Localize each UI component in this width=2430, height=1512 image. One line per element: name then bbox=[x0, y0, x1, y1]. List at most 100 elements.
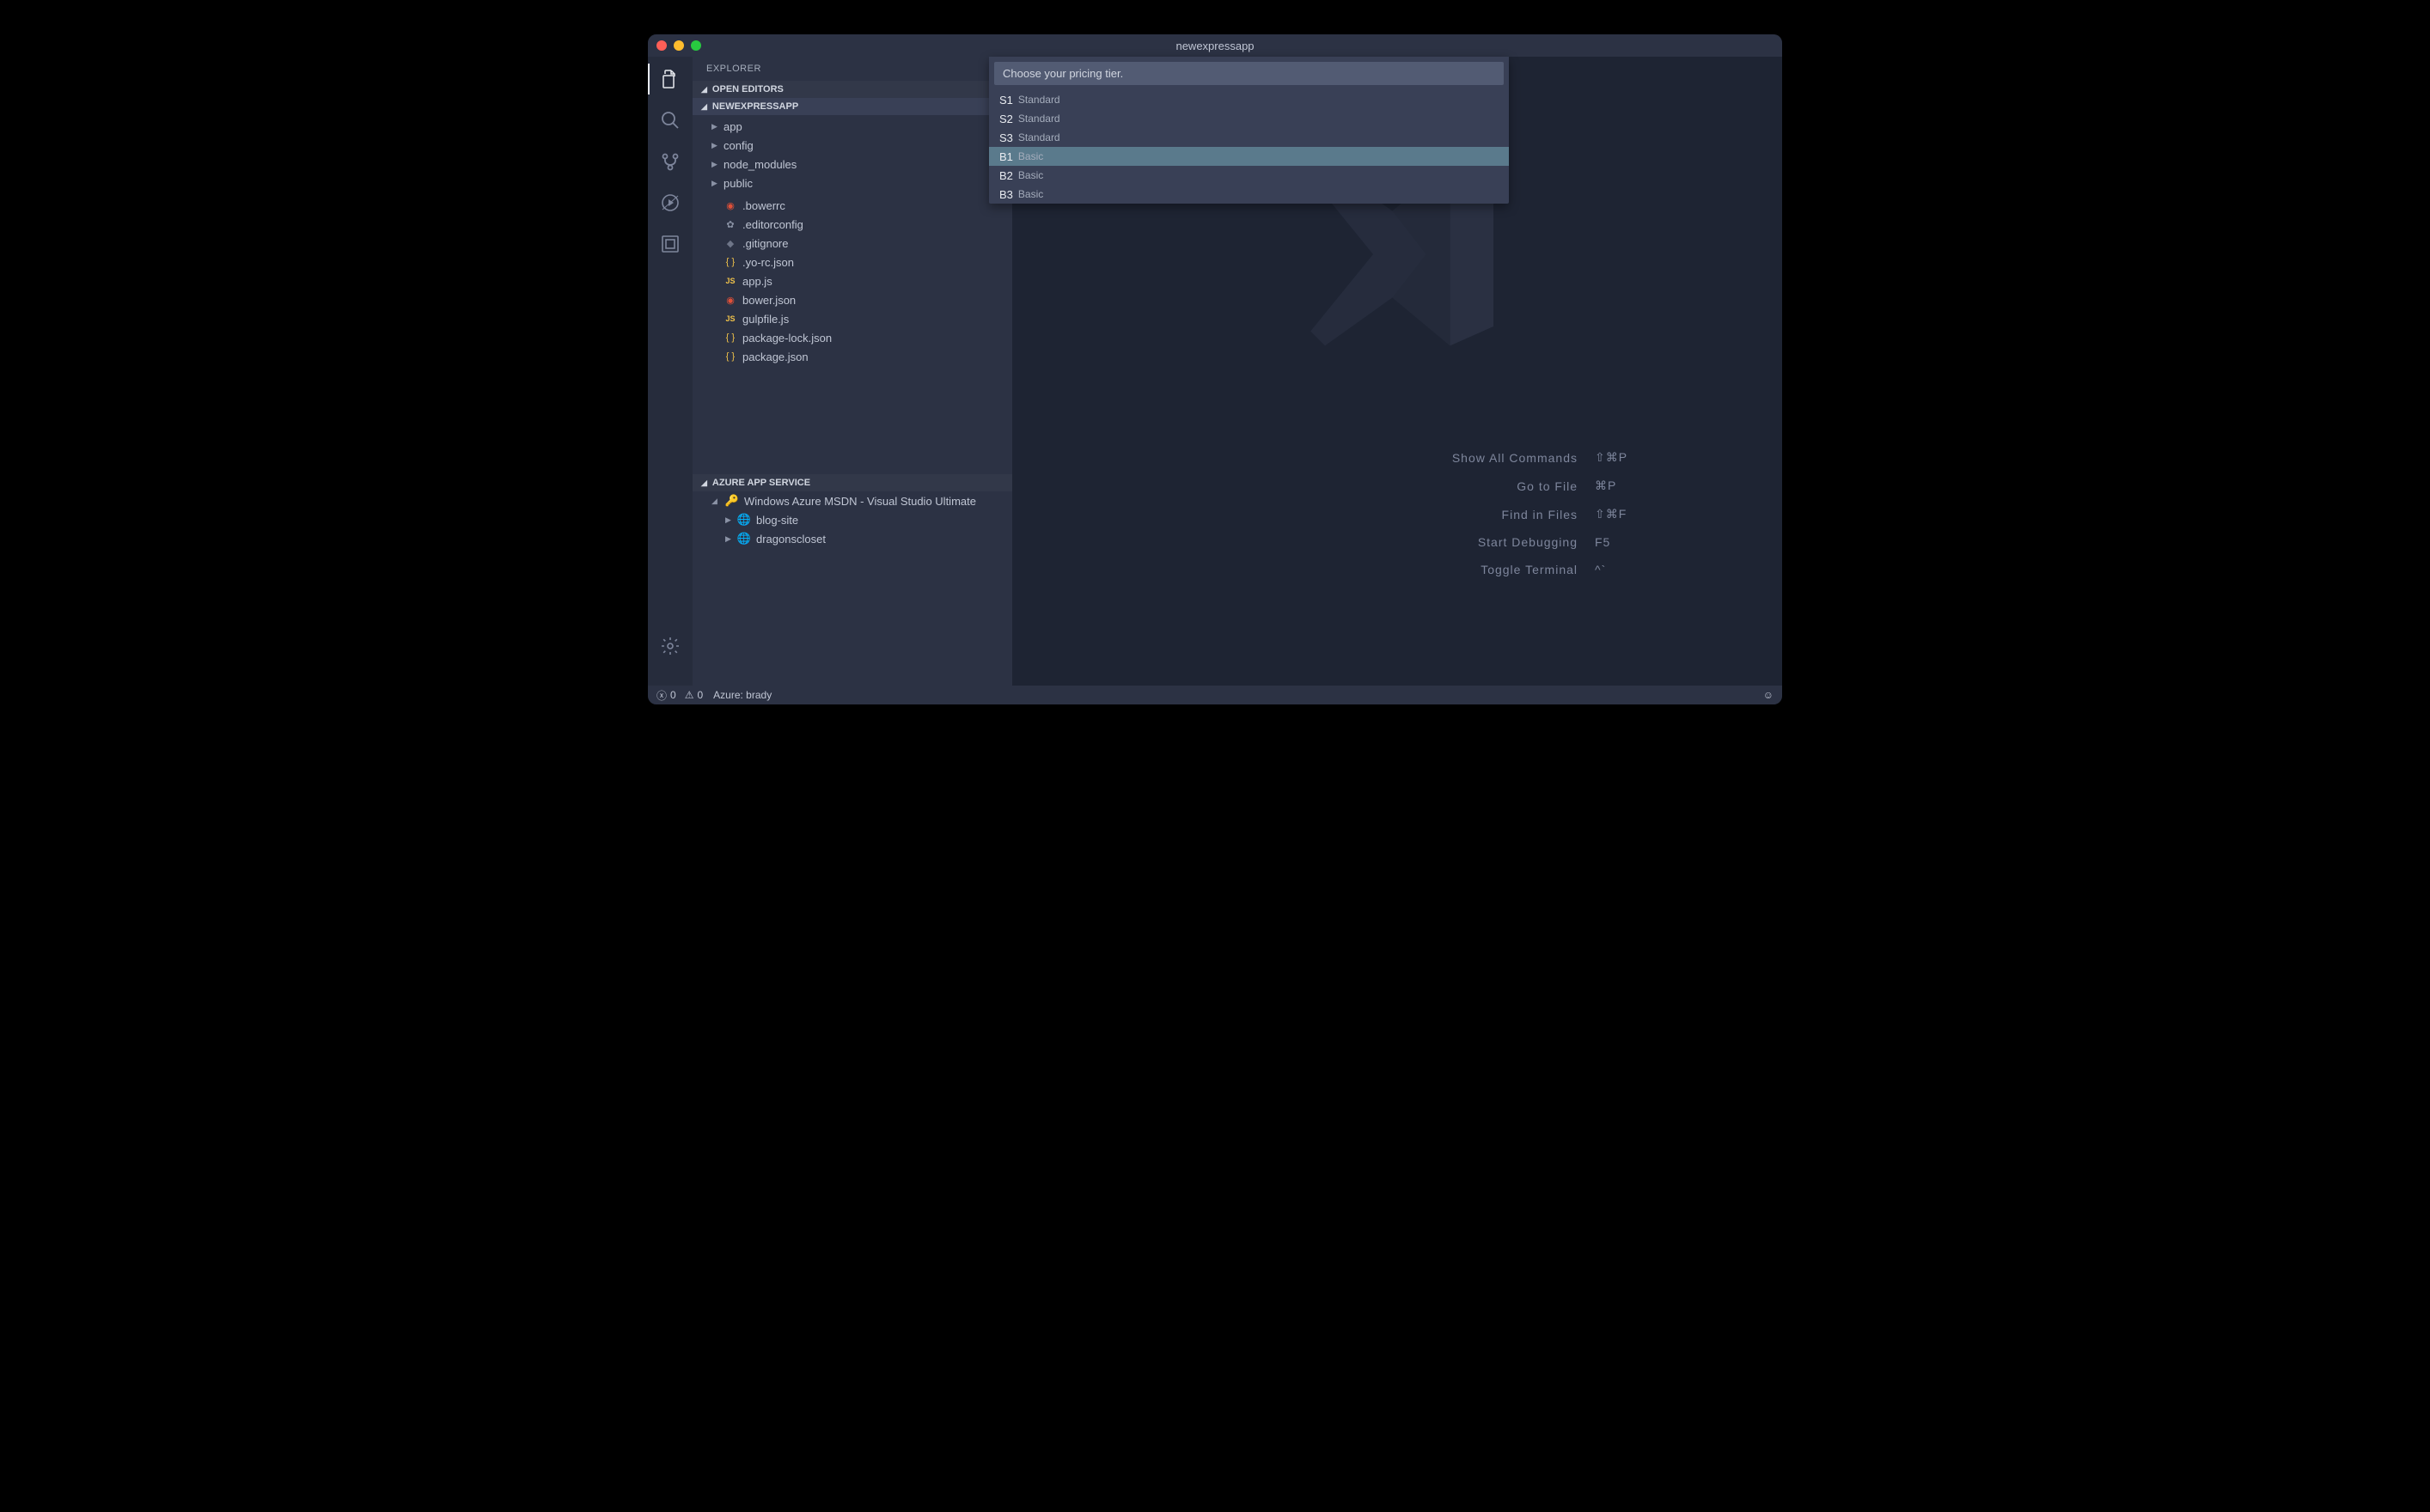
azure-header[interactable]: ◢ AZURE APP SERVICE bbox=[693, 474, 1012, 491]
minimize-window-icon[interactable] bbox=[674, 40, 684, 51]
azure-icon[interactable] bbox=[658, 232, 682, 256]
file-item[interactable]: ◆ .gitignore bbox=[693, 234, 1012, 253]
welcome-label: Toggle Terminal bbox=[1481, 563, 1578, 576]
quickpick-input[interactable]: Choose your pricing tier. bbox=[994, 62, 1504, 85]
chevron-down-icon: ◢ bbox=[701, 85, 707, 94]
debug-icon[interactable] bbox=[658, 191, 682, 215]
pricing-tier: Standard bbox=[1018, 94, 1060, 106]
welcome-label: Find in Files bbox=[1502, 508, 1578, 521]
file-item[interactable]: ◉bower.json bbox=[693, 290, 1012, 309]
quickpick-item[interactable]: B1 Basic bbox=[989, 147, 1509, 166]
bower-icon: ◉ bbox=[724, 200, 737, 211]
azure-app-item[interactable]: ▶ 🌐 dragonscloset bbox=[693, 529, 1012, 548]
welcome-row: Show All Commands ⇧⌘P bbox=[1157, 443, 1638, 472]
json-icon: { } bbox=[724, 257, 737, 267]
pricing-tier: Basic bbox=[1018, 188, 1043, 200]
explorer-icon[interactable] bbox=[658, 67, 682, 91]
file-tree: ▶ app ▶ config ▶node_modules▶public bbox=[693, 115, 1012, 194]
file-label: gulpfile.js bbox=[742, 313, 789, 326]
file-label: package.json bbox=[742, 351, 809, 363]
error-count: 0 bbox=[670, 689, 676, 701]
git-icon: ◆ bbox=[724, 238, 737, 249]
pricing-code: S3 bbox=[999, 131, 1013, 144]
window-title: newexpressapp bbox=[648, 40, 1782, 52]
file-label: .gitignore bbox=[742, 237, 788, 250]
search-icon[interactable] bbox=[658, 108, 682, 132]
warning-icon: ⚠ bbox=[685, 689, 694, 701]
sidebar: EXPLORER ◢ OPEN EDITORS ◢ NEWEXPRESSAPP … bbox=[693, 57, 1012, 686]
chevron-down-icon: ◢ bbox=[701, 479, 707, 488]
config-icon: ✿ bbox=[724, 219, 737, 230]
settings-gear-icon[interactable] bbox=[658, 634, 682, 658]
source-control-icon[interactable] bbox=[658, 149, 682, 174]
quickpick-item[interactable]: B3 Basic bbox=[989, 185, 1509, 204]
quickpick-item[interactable]: S1 Standard bbox=[989, 90, 1509, 109]
activity-bar bbox=[648, 57, 693, 686]
globe-icon: 🌐 bbox=[737, 532, 751, 546]
folder-item[interactable]: ▶public bbox=[693, 174, 1012, 192]
globe-icon: 🌐 bbox=[737, 513, 751, 527]
chevron-down-icon: ◢ bbox=[711, 497, 718, 506]
pricing-code: B2 bbox=[999, 169, 1013, 182]
chevron-right-icon: ▶ bbox=[711, 141, 718, 150]
file-item[interactable]: JS app.js bbox=[693, 271, 1012, 290]
pricing-code: B1 bbox=[999, 150, 1013, 163]
error-icon: ⓧ bbox=[656, 688, 667, 703]
json-icon: { } bbox=[724, 332, 737, 343]
file-item[interactable]: { } .yo-rc.json bbox=[693, 253, 1012, 271]
file-item[interactable]: { } package-lock.json bbox=[693, 328, 1012, 347]
status-feedback[interactable]: ☺ bbox=[1763, 689, 1774, 701]
welcome-label: Show All Commands bbox=[1452, 451, 1578, 465]
pricing-tier: Basic bbox=[1018, 169, 1043, 181]
folder-label: config bbox=[724, 139, 754, 152]
file-label: package-lock.json bbox=[742, 332, 832, 344]
chevron-right-icon: ▶ bbox=[725, 534, 732, 544]
subscription-label: Windows Azure MSDN - Visual Studio Ultim… bbox=[744, 495, 976, 508]
chevron-right-icon: ▶ bbox=[711, 122, 718, 131]
file-label: bower.json bbox=[742, 294, 796, 307]
pricing-code: S1 bbox=[999, 94, 1013, 107]
azure-app-label: blog-site bbox=[756, 514, 798, 527]
folder-label: app bbox=[724, 120, 742, 133]
azure-subscription[interactable]: ◢ 🔑 Windows Azure MSDN - Visual Studio U… bbox=[693, 491, 1012, 510]
js-icon: JS bbox=[724, 277, 737, 285]
azure-header-label: AZURE APP SERVICE bbox=[712, 478, 810, 488]
welcome-row: Go to File⌘P bbox=[1157, 472, 1638, 500]
open-editors-header[interactable]: ◢ OPEN EDITORS bbox=[693, 81, 1012, 98]
close-window-icon[interactable] bbox=[656, 40, 667, 51]
welcome-key: F5 bbox=[1595, 535, 1638, 549]
json-icon: { } bbox=[724, 351, 737, 362]
warning-count: 0 bbox=[697, 689, 703, 701]
vscode-window: newexpressapp bbox=[648, 34, 1782, 704]
folder-item[interactable]: ▶ app bbox=[693, 117, 1012, 136]
project-header[interactable]: ◢ NEWEXPRESSAPP bbox=[693, 98, 1012, 115]
status-left: ⓧ 0 ⚠ 0 Azure: brady bbox=[656, 688, 772, 703]
file-item[interactable]: ◉.bowerrc bbox=[693, 196, 1012, 215]
open-editors-label: OPEN EDITORS bbox=[712, 84, 784, 94]
quickpick-item[interactable]: S2Standard bbox=[989, 109, 1509, 128]
file-list: ◉.bowerrc✿.editorconfig ◆ .gitignore { } .yo… bbox=[693, 194, 1012, 368]
quickpick-item[interactable]: B2 Basic bbox=[989, 166, 1509, 185]
welcome-row: Start DebuggingF5 bbox=[1157, 528, 1638, 556]
pricing-tier: Basic bbox=[1018, 150, 1043, 162]
quickpick-item[interactable]: S3 Standard bbox=[989, 128, 1509, 147]
file-label: app.js bbox=[742, 275, 772, 288]
file-item[interactable]: { } package.json bbox=[693, 347, 1012, 366]
pricing-tier: Standard bbox=[1018, 131, 1060, 143]
folder-item[interactable]: ▶ config bbox=[693, 136, 1012, 155]
chevron-down-icon: ◢ bbox=[701, 102, 707, 112]
welcome-row: Find in Files⇧⌘F bbox=[1157, 500, 1638, 528]
status-problems[interactable]: ⓧ 0 ⚠ 0 bbox=[656, 688, 703, 703]
file-label: .yo-rc.json bbox=[742, 256, 794, 269]
status-azure[interactable]: Azure: brady bbox=[713, 689, 772, 701]
welcome-label: Go to File bbox=[1517, 479, 1578, 493]
pricing-code: B3 bbox=[999, 188, 1013, 201]
welcome-key: ⇧⌘P bbox=[1595, 450, 1638, 465]
file-item[interactable]: JSgulpfile.js bbox=[693, 309, 1012, 328]
folder-item[interactable]: ▶node_modules bbox=[693, 155, 1012, 174]
azure-app-label: dragonscloset bbox=[756, 533, 826, 546]
file-item[interactable]: ✿.editorconfig bbox=[693, 215, 1012, 234]
azure-app-item[interactable]: ▶🌐blog-site bbox=[693, 510, 1012, 529]
maximize-window-icon[interactable] bbox=[691, 40, 701, 51]
settings-icon-wrapper bbox=[648, 634, 693, 658]
